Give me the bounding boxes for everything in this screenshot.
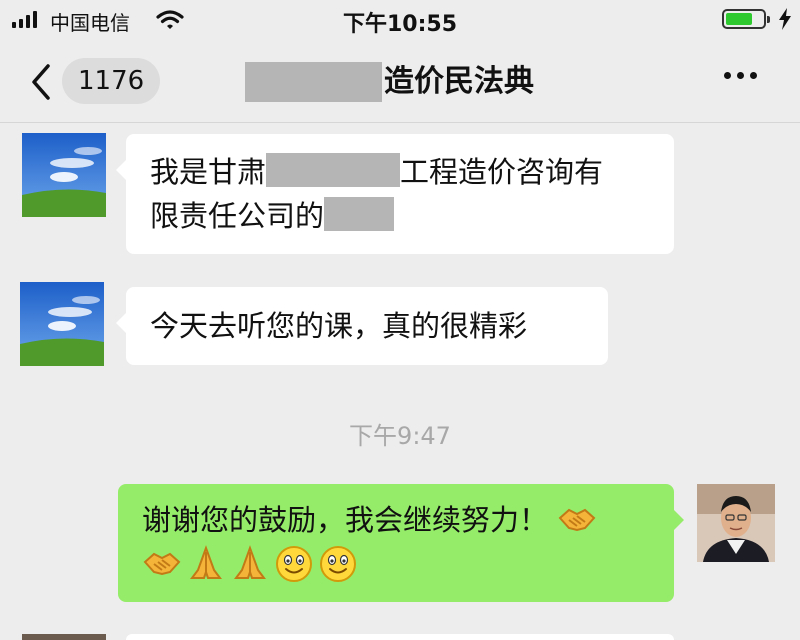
pray-emoji	[234, 545, 266, 579]
redacted-block	[245, 62, 382, 102]
message-bubble[interactable]: 今天去听您的课，真的很精彩	[116, 287, 608, 365]
battery-icon	[722, 9, 770, 29]
unread-count-badge[interactable]: 1176	[62, 58, 161, 104]
redacted-block	[324, 197, 395, 231]
message-bubble[interactable]: 谢谢您的鼓励，我会继续努力！	[118, 484, 684, 602]
message-text: 工程造价咨询有	[400, 155, 604, 189]
avatar[interactable]	[20, 282, 104, 366]
pray-emoji	[190, 545, 222, 579]
status-bar: 中国电信 下午10:55	[0, 0, 800, 40]
message-text: 谢谢您的鼓励，我会继续努力！	[142, 503, 549, 537]
message-text: 今天去听您的课，真的很精彩	[150, 309, 528, 343]
chat-header: 1176 造价民法典	[0, 40, 800, 123]
smile-emoji	[276, 546, 312, 582]
status-time: 下午10:55	[342, 12, 458, 37]
smile-emoji	[320, 546, 356, 582]
partial-avatar[interactable]	[22, 634, 106, 640]
message-timestamp: 下午9:47	[349, 422, 451, 450]
back-button[interactable]	[26, 62, 56, 102]
message-text: 限责任公司的	[150, 199, 325, 233]
avatar[interactable]	[22, 133, 106, 217]
chat-title: 造价民法典	[384, 64, 534, 99]
handshake-emoji	[558, 508, 596, 532]
avatar[interactable]	[697, 484, 775, 562]
more-options-button[interactable]	[724, 72, 757, 79]
message-bubble[interactable]: 我是甘肃 工程造价咨询有 限责任公司的	[116, 134, 674, 254]
message-text: 我是甘肃	[150, 155, 267, 189]
redacted-block	[266, 153, 401, 187]
handshake-emoji	[143, 552, 181, 576]
bolt-icon	[779, 8, 791, 30]
partial-message-bubble[interactable]	[126, 634, 674, 640]
